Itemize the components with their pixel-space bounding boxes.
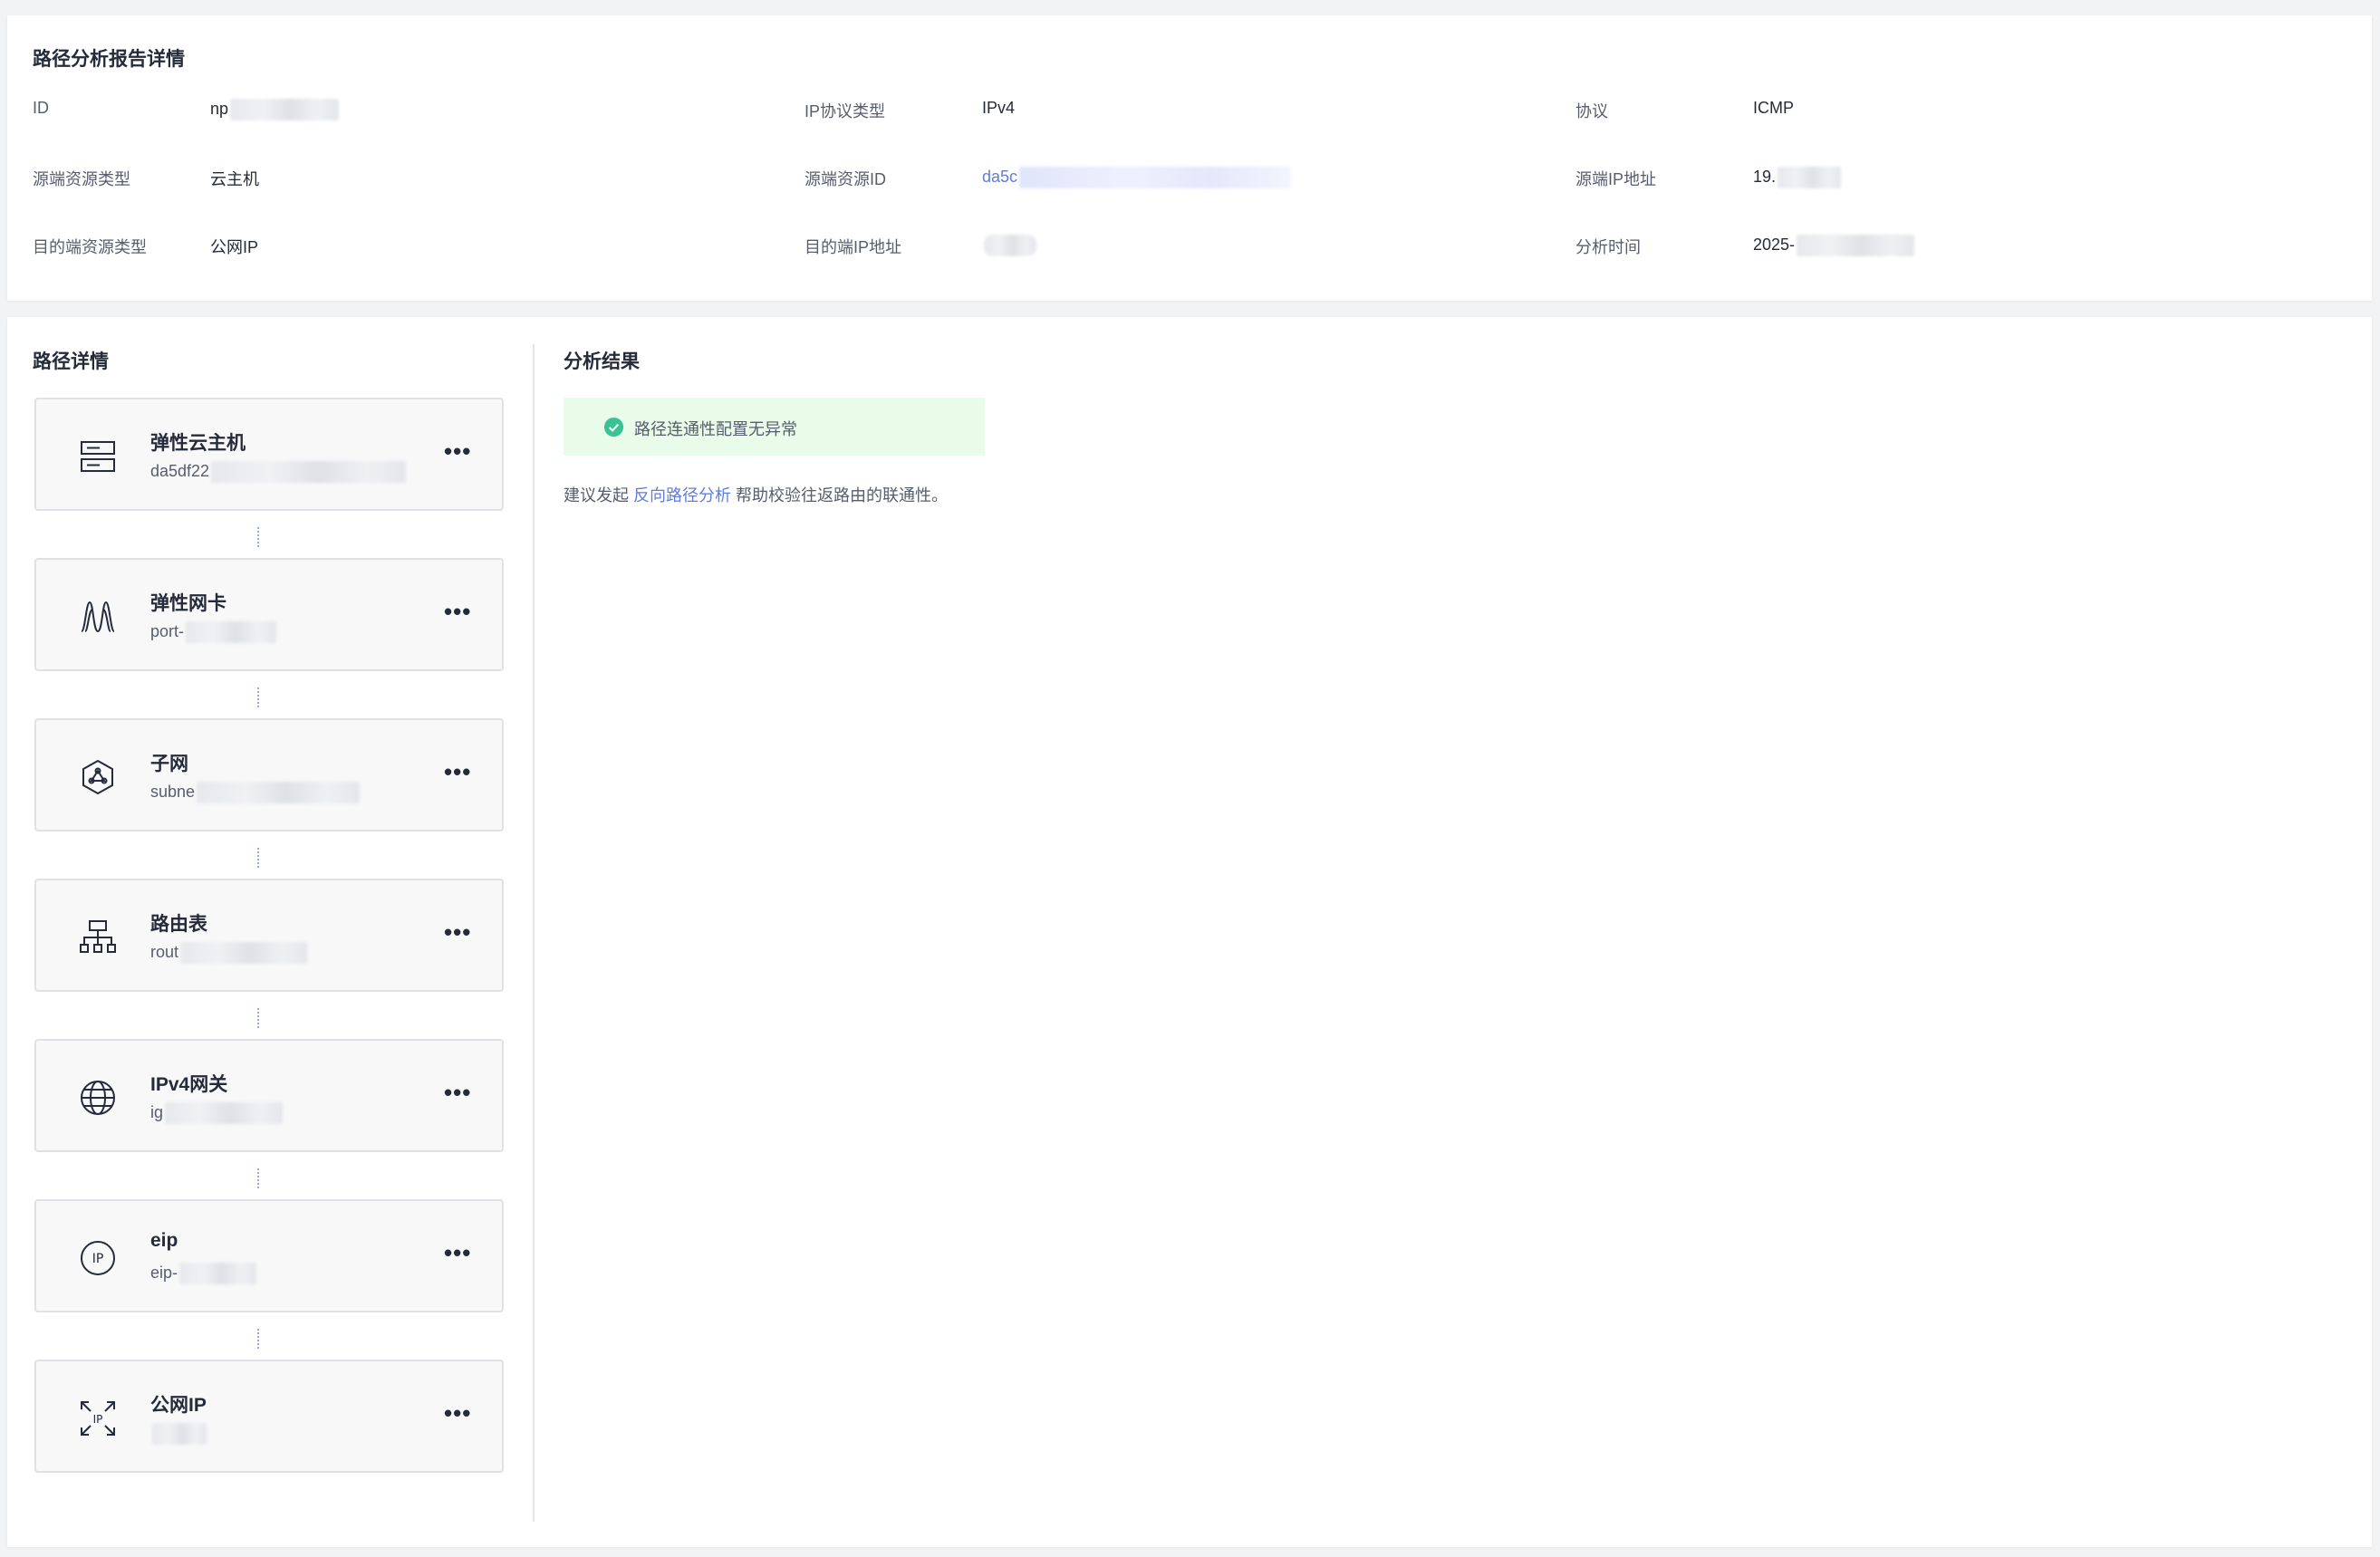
field-protocol-value: ICMP [1753, 99, 1794, 117]
field-source-id-link[interactable]: da5c [982, 168, 1017, 186]
node-name: 子网 [150, 754, 188, 774]
node-name: 公网IP [150, 1395, 207, 1416]
field-dest-ip-label: 目的端IP地址 [805, 238, 902, 256]
panel-divider [533, 344, 535, 1522]
suggestion-prefix: 建议发起 [564, 486, 634, 505]
globe-icon [80, 1080, 116, 1116]
node-name: IPv4网关 [150, 1074, 228, 1095]
more-actions-button[interactable]: ••• [444, 920, 471, 944]
field-analysis-time-value: 2025- [1753, 235, 1796, 254]
path-detail-title: 路径详情 [33, 351, 109, 372]
check-circle-icon [603, 417, 624, 437]
more-actions-button[interactable]: ••• [444, 1081, 471, 1104]
more-actions-button[interactable]: ••• [444, 760, 471, 783]
field-analysis-time-label: 分析时间 [1575, 238, 1641, 256]
path-connector [257, 527, 259, 547]
more-actions-button[interactable]: ••• [444, 439, 471, 463]
more-actions-button[interactable]: ••• [444, 1401, 471, 1425]
field-source-id-label: 源端资源ID [805, 170, 886, 188]
server-icon [80, 438, 116, 475]
path-node-ipv4-gateway[interactable]: IPv4网关 ig ••• [34, 1039, 504, 1152]
path-connector [257, 1329, 259, 1349]
svg-text:IP: IP [92, 1252, 104, 1266]
field-protocol-label: 协议 [1575, 102, 1608, 120]
node-id: subne [150, 782, 196, 801]
field-id-value: np [210, 99, 229, 118]
node-name: 弹性云主机 [150, 433, 246, 454]
reverse-path-analysis-link[interactable]: 反向路径分析 [633, 486, 731, 505]
field-ip-protocol-type-label: IP协议类型 [805, 102, 886, 120]
field-dest-type-label: 目的端资源类型 [33, 238, 147, 256]
node-id: port- [150, 621, 185, 640]
node-name: eip [150, 1230, 178, 1251]
node-id: ig [150, 1102, 164, 1121]
path-node-public-ip[interactable]: IP 公网IP ••• [34, 1360, 504, 1473]
path-node-ecs[interactable]: 弹性云主机 da5df22 ••• [34, 398, 504, 511]
node-name: 路由表 [150, 914, 207, 935]
result-status-banner: 路径连通性配置无异常 [564, 398, 985, 456]
node-id: da5df22 [150, 461, 210, 480]
report-title: 路径分析报告详情 [33, 49, 185, 70]
report-summary-panel: 路径分析报告详情 ID np IP协议类型 IPv4 协议 ICMP 源端资源类… [7, 15, 2372, 301]
nic-icon [80, 599, 116, 635]
public-ip-icon: IP [80, 1400, 116, 1437]
eip-icon: IP [80, 1240, 116, 1276]
path-node-nic[interactable]: 弹性网卡 port- ••• [34, 558, 504, 671]
field-dest-type-value: 公网IP [210, 238, 259, 256]
more-actions-button[interactable]: ••• [444, 1241, 471, 1264]
subnet-icon [80, 759, 116, 795]
result-status-message: 路径连通性配置无异常 [634, 420, 797, 438]
field-source-ip-value: 19. [1753, 167, 1777, 186]
node-id: rout [150, 942, 179, 961]
path-detail-panel: 路径详情 弹性云主机 da5df22 ••• 弹性网卡 port- ••• 子网… [7, 317, 2372, 1547]
node-id: eip- [150, 1263, 178, 1282]
field-source-ip-label: 源端IP地址 [1575, 170, 1657, 188]
field-ip-protocol-type-value: IPv4 [982, 99, 1016, 117]
path-connector [257, 848, 259, 868]
suggestion-text: 建议发起 反向路径分析 帮助校验往返路由的联通性。 [564, 483, 948, 506]
path-node-route-table[interactable]: 路由表 rout ••• [34, 879, 504, 992]
path-connector [257, 1168, 259, 1188]
field-source-type-label: 源端资源类型 [33, 170, 130, 188]
path-node-subnet[interactable]: 子网 subne ••• [34, 718, 504, 831]
node-name: 弹性网卡 [150, 593, 226, 614]
path-node-eip[interactable]: IP eip eip- ••• [34, 1199, 504, 1312]
path-connector [257, 1008, 259, 1028]
path-connector [257, 687, 259, 707]
suggestion-suffix: 帮助校验往返路由的联通性。 [731, 486, 949, 505]
more-actions-button[interactable]: ••• [444, 600, 471, 623]
field-id-label: ID [33, 99, 49, 117]
field-source-type-value: 云主机 [210, 170, 259, 188]
svg-text:IP: IP [93, 1413, 103, 1426]
route-table-icon [80, 919, 116, 956]
analysis-result-title: 分析结果 [564, 351, 640, 372]
